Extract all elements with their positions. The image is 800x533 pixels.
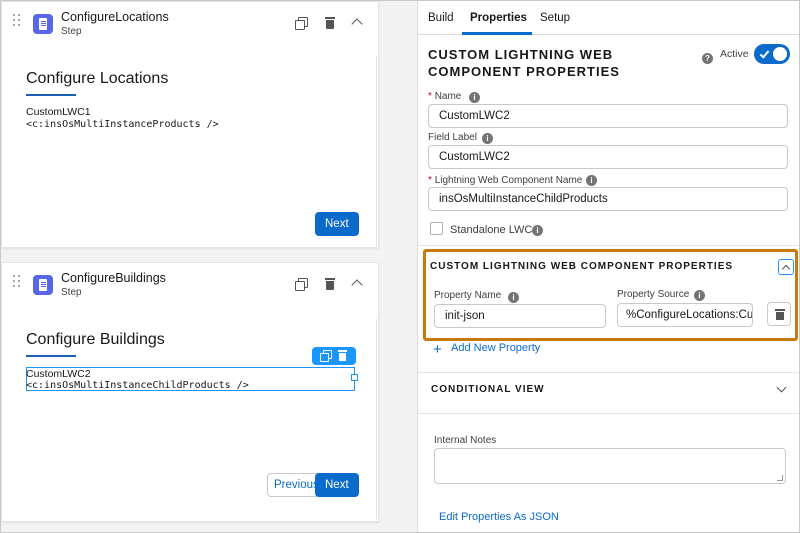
tab-properties[interactable]: Properties xyxy=(470,12,527,24)
collapse-step-button[interactable] xyxy=(349,275,367,293)
lwc-properties-header: CUSTOM LIGHTNING WEB COMPONENT PROPERTIE… xyxy=(430,261,734,272)
lwc-name-input[interactable]: insOsMultiInstanceChildProducts xyxy=(428,187,788,211)
required-marker: * xyxy=(428,91,432,102)
property-name-input[interactable]: init-json xyxy=(434,304,606,328)
name-label: * Name xyxy=(428,91,461,102)
next-button[interactable]: Next xyxy=(315,212,359,236)
step-body-title: Configure Buildings xyxy=(26,331,165,348)
step-header: ConfigureBuildings Step xyxy=(2,263,378,307)
plus-icon[interactable]: + xyxy=(433,342,442,357)
help-icon[interactable]: ? xyxy=(702,53,713,64)
chevron-up-icon xyxy=(351,279,363,291)
section-separator xyxy=(418,245,799,246)
tab-setup[interactable]: Setup xyxy=(540,12,570,24)
lwc-element-code: <c:insOsMultiInstanceChildProducts /> xyxy=(26,380,249,391)
field-label-label: Field Label xyxy=(428,132,477,143)
internal-notes-textarea[interactable] xyxy=(434,448,786,484)
active-toggle[interactable] xyxy=(754,44,790,64)
help-icon[interactable]: i xyxy=(508,292,519,303)
canvas-divider xyxy=(376,56,377,246)
step-body: Configure Locations CustomLWC1 <c:insOsM… xyxy=(2,46,378,246)
lwc-name-label: * Lightning Web Component Name xyxy=(428,175,582,186)
help-icon[interactable]: i xyxy=(694,290,705,301)
drag-handle-icon[interactable] xyxy=(13,14,21,30)
edit-properties-json-link[interactable]: Edit Properties As JSON xyxy=(439,511,559,523)
chevron-up-icon xyxy=(781,264,791,274)
copy-icon[interactable] xyxy=(320,350,332,362)
delete-step-button[interactable] xyxy=(321,14,339,32)
panel-tabs: Build Properties Setup xyxy=(418,1,799,35)
add-new-property-link[interactable]: Add New Property xyxy=(451,342,540,354)
trash-icon xyxy=(775,309,785,321)
element-toolbar xyxy=(312,347,356,365)
chevron-up-icon xyxy=(351,18,363,30)
canvas-divider xyxy=(376,319,377,519)
required-marker: * xyxy=(428,175,432,186)
field-label-input[interactable]: CustomLWC2 xyxy=(428,145,788,169)
resize-grip-icon[interactable] xyxy=(777,475,783,481)
tab-build[interactable]: Build xyxy=(428,12,454,24)
app-frame: ConfigureLocations Step Configure Locati… xyxy=(0,0,800,533)
lwc-element-label[interactable]: CustomLWC1 xyxy=(26,106,91,118)
step-title: ConfigureBuildings xyxy=(61,271,166,285)
title-underline xyxy=(26,355,76,357)
step-body-title: Configure Locations xyxy=(26,70,169,87)
chevron-down-icon[interactable] xyxy=(776,382,787,393)
section-separator xyxy=(418,413,799,414)
resize-handle[interactable] xyxy=(351,374,358,381)
drag-handle-icon[interactable] xyxy=(13,275,21,291)
next-button[interactable]: Next xyxy=(315,473,359,497)
panel-title: CUSTOM LIGHTNING WEB COMPONENT PROPERTIE… xyxy=(428,47,620,79)
step-card-configure-buildings[interactable]: ConfigureBuildings Step Configure Buildi… xyxy=(1,262,379,522)
check-icon xyxy=(759,48,770,59)
step-card-configure-locations[interactable]: ConfigureLocations Step Configure Locati… xyxy=(1,1,379,248)
step-icon xyxy=(33,275,53,295)
help-icon[interactable]: i xyxy=(482,133,493,144)
standalone-lwc-checkbox[interactable] xyxy=(430,222,443,235)
lwc-element-label: CustomLWC2 xyxy=(26,368,91,380)
step-header: ConfigureLocations Step xyxy=(2,2,378,46)
copy-icon xyxy=(295,278,308,291)
property-name-label: Property Name xyxy=(434,290,502,301)
trash-icon xyxy=(325,278,335,290)
name-label-text: Name xyxy=(434,91,462,102)
delete-property-button[interactable] xyxy=(767,302,791,326)
lwc-properties-section: CUSTOM LIGHTNING WEB COMPONENT PROPERTIE… xyxy=(423,249,798,341)
copy-icon xyxy=(295,17,308,30)
trash-icon[interactable] xyxy=(337,350,349,362)
section-separator xyxy=(418,372,799,373)
step-subtitle: Step xyxy=(61,287,82,298)
delete-step-button[interactable] xyxy=(321,275,339,293)
help-icon[interactable]: i xyxy=(469,92,480,103)
internal-notes-label: Internal Notes xyxy=(434,435,497,446)
help-icon[interactable]: i xyxy=(532,225,543,236)
omniscript-canvas: ConfigureLocations Step Configure Locati… xyxy=(1,1,401,532)
property-source-input[interactable]: %ConfigureLocations:Cu xyxy=(617,303,753,327)
collapse-step-button[interactable] xyxy=(349,14,367,32)
lwc-element-code[interactable]: <c:insOsMultiInstanceProducts /> xyxy=(26,119,219,130)
copy-step-button[interactable] xyxy=(292,275,310,293)
step-subtitle: Step xyxy=(61,26,82,37)
standalone-lwc-label: Standalone LWC xyxy=(450,224,533,236)
trash-icon xyxy=(325,17,335,29)
collapse-section-button[interactable] xyxy=(778,259,794,275)
conditional-view-header[interactable]: CONDITIONAL VIEW xyxy=(431,384,545,395)
help-icon[interactable]: i xyxy=(586,175,597,186)
active-label: Active xyxy=(720,48,749,60)
property-source-label: Property Source xyxy=(617,289,690,300)
copy-step-button[interactable] xyxy=(292,14,310,32)
title-underline xyxy=(26,94,76,96)
lwc-name-label-text: Lightning Web Component Name xyxy=(434,175,583,186)
step-body: Configure Buildings CustomLWC2 <c:insOsM… xyxy=(2,307,378,521)
name-input[interactable]: CustomLWC2 xyxy=(428,104,788,128)
step-icon xyxy=(33,14,53,34)
step-title: ConfigureLocations xyxy=(61,10,169,24)
active-tab-indicator xyxy=(462,32,532,35)
